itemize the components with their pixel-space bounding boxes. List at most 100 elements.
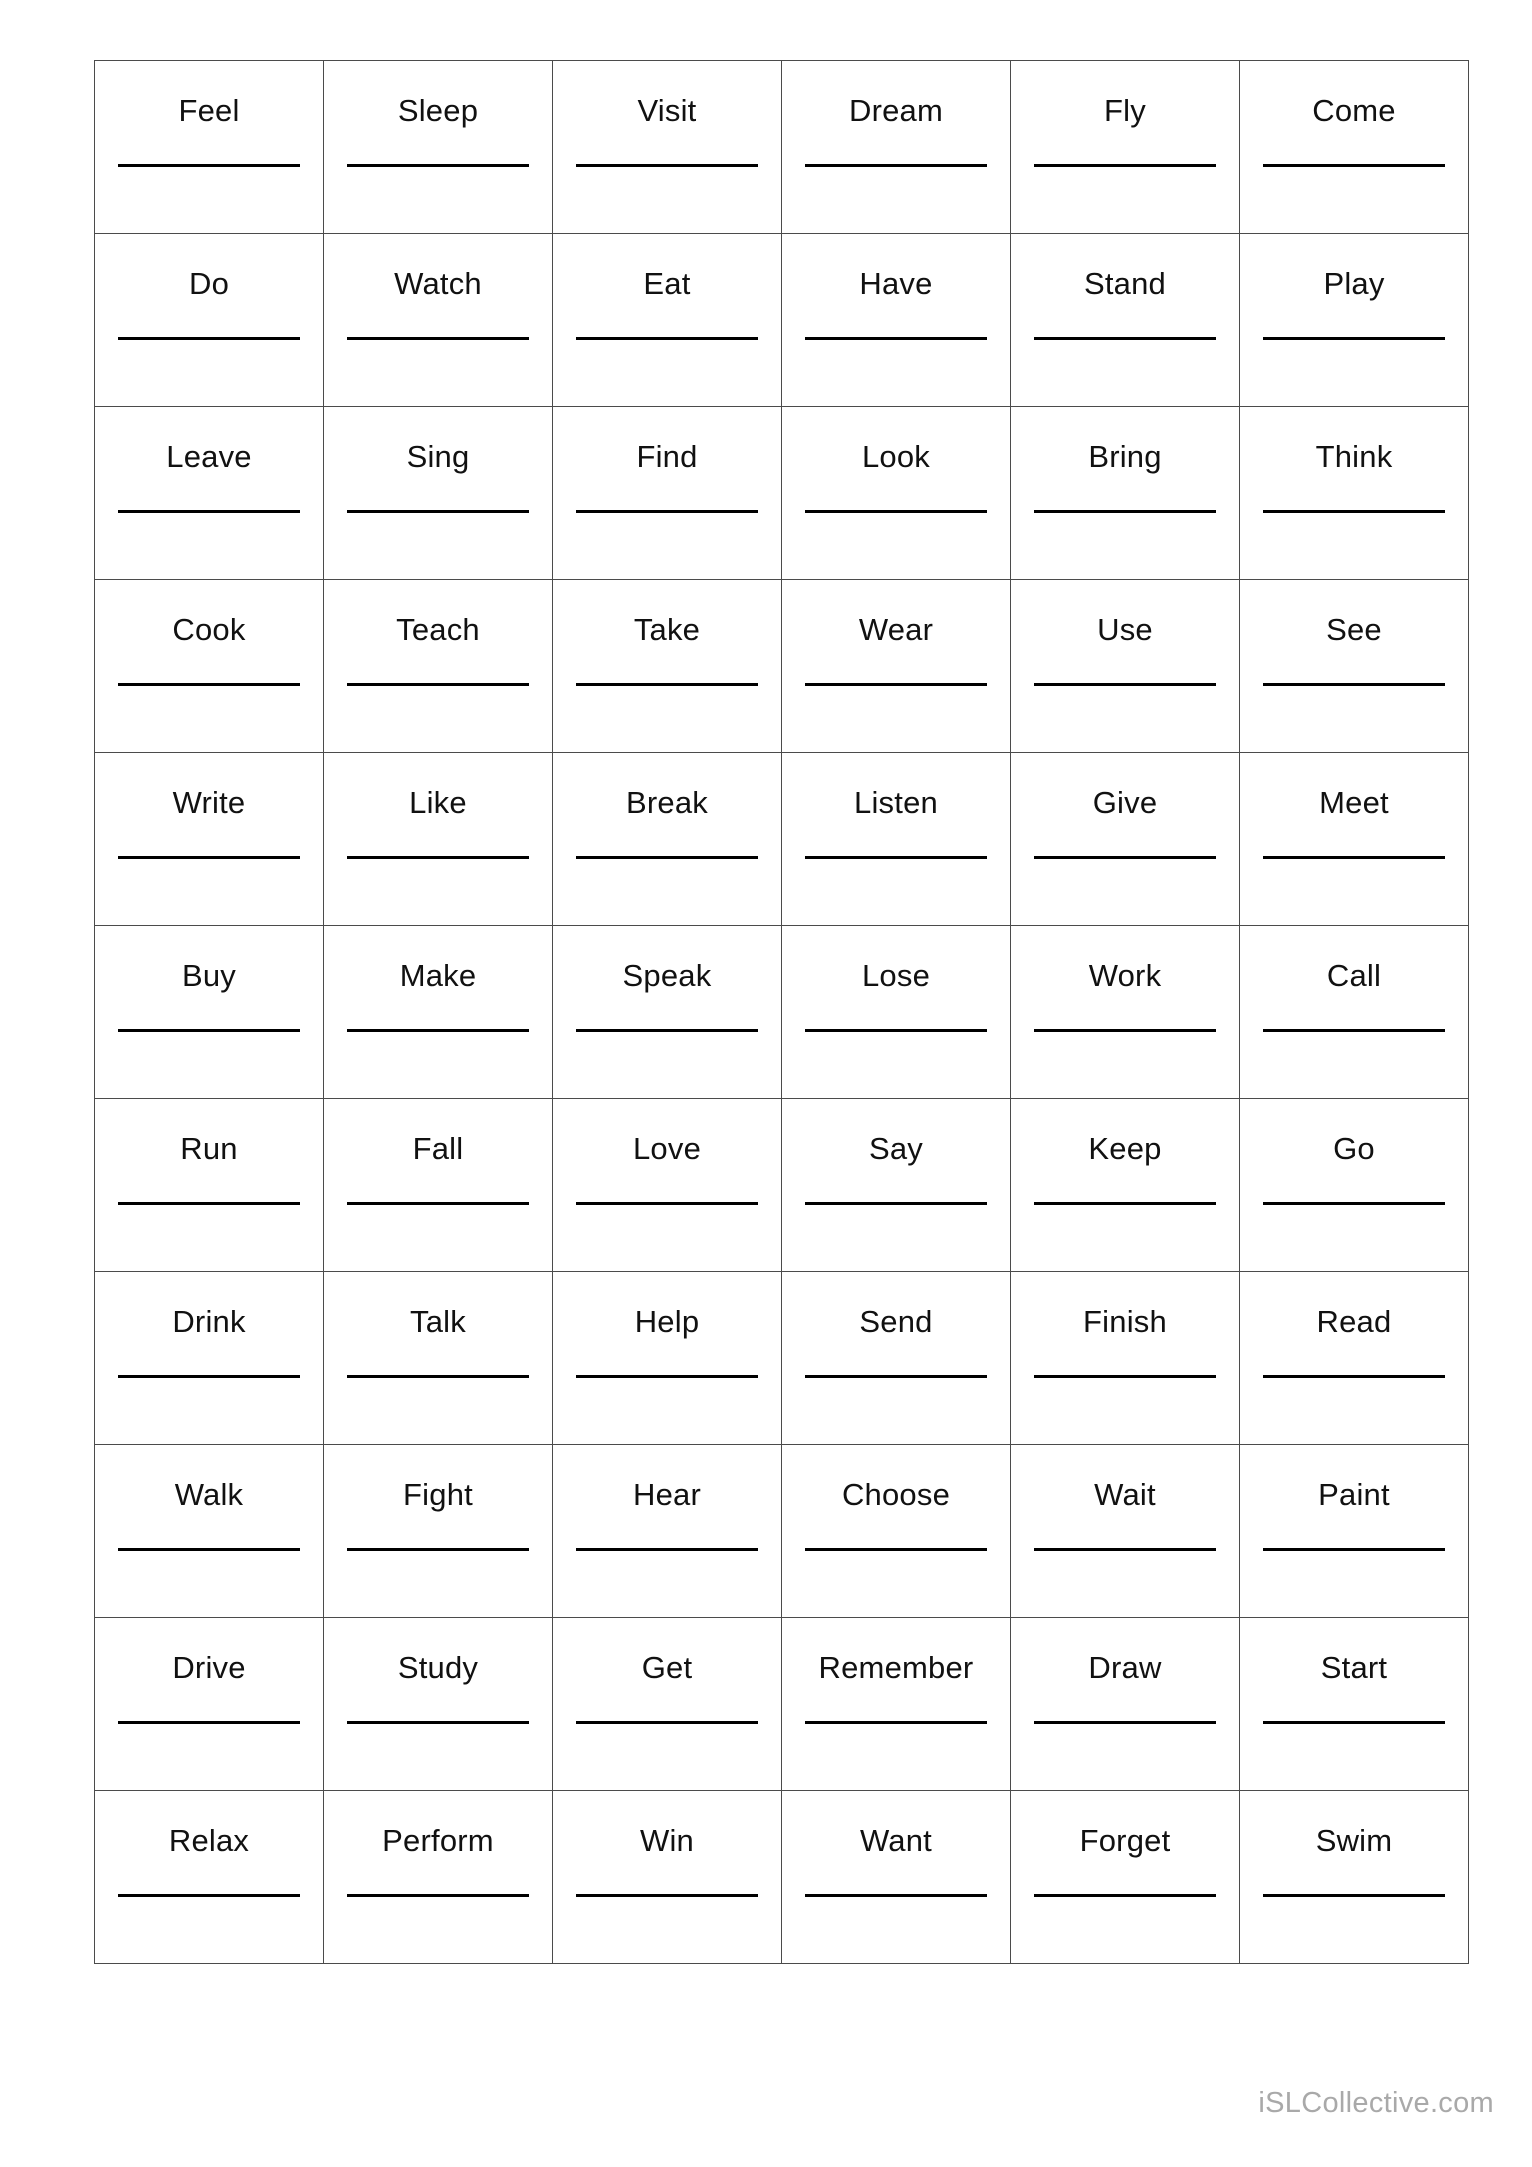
- answer-write-line[interactable]: [1033, 683, 1217, 686]
- verb-card-cell[interactable]: Remember: [781, 1617, 1011, 1791]
- verb-card-cell[interactable]: Sing: [323, 406, 553, 580]
- verb-card-cell[interactable]: Get: [552, 1617, 782, 1791]
- answer-write-line[interactable]: [1033, 510, 1217, 513]
- answer-write-line[interactable]: [117, 510, 301, 513]
- verb-card-cell[interactable]: Say: [781, 1098, 1011, 1272]
- answer-write-line[interactable]: [575, 1029, 759, 1032]
- verb-card-cell[interactable]: Walk: [94, 1444, 324, 1618]
- answer-write-line[interactable]: [346, 683, 530, 686]
- answer-write-line[interactable]: [804, 1202, 988, 1205]
- verb-card-cell[interactable]: Bring: [1010, 406, 1240, 580]
- verb-card-cell[interactable]: Swim: [1239, 1790, 1469, 1964]
- answer-write-line[interactable]: [1262, 1375, 1446, 1378]
- verb-card-cell[interactable]: Take: [552, 579, 782, 753]
- answer-write-line[interactable]: [1262, 510, 1446, 513]
- answer-write-line[interactable]: [117, 683, 301, 686]
- verb-card-cell[interactable]: Talk: [323, 1271, 553, 1445]
- answer-write-line[interactable]: [117, 1029, 301, 1032]
- answer-write-line[interactable]: [1262, 1548, 1446, 1551]
- verb-card-cell[interactable]: Play: [1239, 233, 1469, 407]
- verb-card-cell[interactable]: Fall: [323, 1098, 553, 1272]
- answer-write-line[interactable]: [346, 164, 530, 167]
- answer-write-line[interactable]: [1262, 337, 1446, 340]
- answer-write-line[interactable]: [1033, 337, 1217, 340]
- verb-card-cell[interactable]: Lose: [781, 925, 1011, 1099]
- verb-card-cell[interactable]: Cook: [94, 579, 324, 753]
- answer-write-line[interactable]: [1262, 1721, 1446, 1724]
- answer-write-line[interactable]: [117, 164, 301, 167]
- verb-card-cell[interactable]: Fly: [1010, 60, 1240, 234]
- answer-write-line[interactable]: [575, 164, 759, 167]
- answer-write-line[interactable]: [575, 337, 759, 340]
- answer-write-line[interactable]: [804, 510, 988, 513]
- answer-write-line[interactable]: [346, 1375, 530, 1378]
- answer-write-line[interactable]: [346, 1029, 530, 1032]
- verb-card-cell[interactable]: Meet: [1239, 752, 1469, 926]
- answer-write-line[interactable]: [346, 1721, 530, 1724]
- answer-write-line[interactable]: [804, 1375, 988, 1378]
- verb-card-cell[interactable]: Give: [1010, 752, 1240, 926]
- verb-card-cell[interactable]: Write: [94, 752, 324, 926]
- verb-card-cell[interactable]: Drive: [94, 1617, 324, 1791]
- verb-card-cell[interactable]: Go: [1239, 1098, 1469, 1272]
- answer-write-line[interactable]: [117, 1375, 301, 1378]
- answer-write-line[interactable]: [575, 1721, 759, 1724]
- answer-write-line[interactable]: [346, 337, 530, 340]
- verb-card-cell[interactable]: Have: [781, 233, 1011, 407]
- verb-card-cell[interactable]: Listen: [781, 752, 1011, 926]
- verb-card-cell[interactable]: Forget: [1010, 1790, 1240, 1964]
- verb-card-cell[interactable]: Buy: [94, 925, 324, 1099]
- answer-write-line[interactable]: [804, 1548, 988, 1551]
- verb-card-cell[interactable]: Hear: [552, 1444, 782, 1618]
- answer-write-line[interactable]: [117, 1202, 301, 1205]
- verb-card-cell[interactable]: Eat: [552, 233, 782, 407]
- answer-write-line[interactable]: [117, 1894, 301, 1897]
- answer-write-line[interactable]: [804, 856, 988, 859]
- answer-write-line[interactable]: [1262, 856, 1446, 859]
- answer-write-line[interactable]: [346, 856, 530, 859]
- answer-write-line[interactable]: [575, 1375, 759, 1378]
- verb-card-cell[interactable]: Relax: [94, 1790, 324, 1964]
- answer-write-line[interactable]: [346, 1548, 530, 1551]
- answer-write-line[interactable]: [575, 1202, 759, 1205]
- answer-write-line[interactable]: [1033, 856, 1217, 859]
- verb-card-cell[interactable]: Feel: [94, 60, 324, 234]
- answer-write-line[interactable]: [1033, 1029, 1217, 1032]
- answer-write-line[interactable]: [804, 164, 988, 167]
- answer-write-line[interactable]: [1262, 683, 1446, 686]
- verb-card-cell[interactable]: Fight: [323, 1444, 553, 1618]
- answer-write-line[interactable]: [804, 1894, 988, 1897]
- answer-write-line[interactable]: [1262, 164, 1446, 167]
- answer-write-line[interactable]: [1262, 1029, 1446, 1032]
- verb-card-cell[interactable]: Teach: [323, 579, 553, 753]
- answer-write-line[interactable]: [804, 1721, 988, 1724]
- verb-card-cell[interactable]: Visit: [552, 60, 782, 234]
- verb-card-cell[interactable]: Watch: [323, 233, 553, 407]
- answer-write-line[interactable]: [1033, 1894, 1217, 1897]
- verb-card-cell[interactable]: Choose: [781, 1444, 1011, 1618]
- verb-card-cell[interactable]: Love: [552, 1098, 782, 1272]
- verb-card-cell[interactable]: Use: [1010, 579, 1240, 753]
- verb-card-cell[interactable]: Paint: [1239, 1444, 1469, 1618]
- answer-write-line[interactable]: [804, 683, 988, 686]
- verb-card-cell[interactable]: Start: [1239, 1617, 1469, 1791]
- verb-card-cell[interactable]: Break: [552, 752, 782, 926]
- verb-card-cell[interactable]: Speak: [552, 925, 782, 1099]
- verb-card-cell[interactable]: Leave: [94, 406, 324, 580]
- verb-card-cell[interactable]: Think: [1239, 406, 1469, 580]
- verb-card-cell[interactable]: Drink: [94, 1271, 324, 1445]
- answer-write-line[interactable]: [804, 337, 988, 340]
- verb-card-cell[interactable]: Dream: [781, 60, 1011, 234]
- verb-card-cell[interactable]: Work: [1010, 925, 1240, 1099]
- verb-card-cell[interactable]: Make: [323, 925, 553, 1099]
- verb-card-cell[interactable]: Look: [781, 406, 1011, 580]
- verb-card-cell[interactable]: Perform: [323, 1790, 553, 1964]
- verb-card-cell[interactable]: Read: [1239, 1271, 1469, 1445]
- answer-write-line[interactable]: [1262, 1894, 1446, 1897]
- verb-card-cell[interactable]: Come: [1239, 60, 1469, 234]
- verb-card-cell[interactable]: Find: [552, 406, 782, 580]
- verb-card-cell[interactable]: Want: [781, 1790, 1011, 1964]
- verb-card-cell[interactable]: Run: [94, 1098, 324, 1272]
- verb-card-cell[interactable]: Send: [781, 1271, 1011, 1445]
- answer-write-line[interactable]: [575, 510, 759, 513]
